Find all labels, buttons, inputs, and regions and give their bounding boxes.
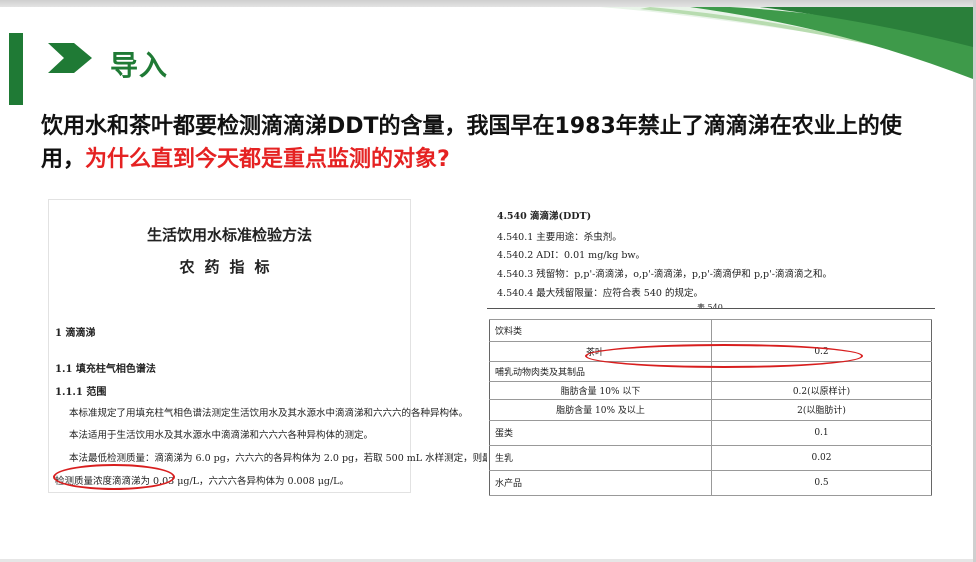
table-cell-food: 生乳 [489, 444, 712, 471]
doc-right-line: 4.540.2 ADI：0.01 mg/kg bw。 [497, 250, 646, 261]
doc-left-title: 生活饮用水标准检验方法 [146, 226, 312, 244]
doc-standard-image: 生活饮用水标准检验方法 农药指标 1 滴滴涕 1.1 填充柱气相色谱法 1.1.… [48, 199, 501, 493]
slide: 导入 饮用水和茶叶都要检测滴滴涕DDT的含量，我国早在1983年禁止了滴滴涕在农… [0, 7, 973, 559]
question-highlight: 为什么直到今天都是重点监测的对象? [85, 147, 450, 172]
doc-ddt-spec-image: 4.540 滴滴涕(DDT) 4.540.1 主要用途：杀虫剂。 4.540.2… [487, 202, 935, 312]
doc-left-line: 1.1 填充柱气相色谱法 [55, 364, 156, 375]
table-row: 生乳 0.02 [489, 444, 932, 471]
table-cell-food: 蛋类 [489, 419, 712, 446]
chevron-right-icon [48, 43, 92, 73]
doc-right-line: 4.540 滴滴涕(DDT) [497, 211, 592, 222]
doc-left-subtitle: 农药指标 [179, 258, 280, 276]
slide-title: 导入 [110, 49, 169, 82]
doc-right-line: 4.540.3 残留物：p,p'-滴滴涕，o,p'-滴滴涕，p,p'-滴滴伊和 … [497, 269, 832, 280]
table-cell-limit: 2(以脂肪计) [711, 399, 932, 421]
doc-right-line: 4.540.1 主要用途：杀虫剂。 [497, 232, 622, 243]
table-cell-food: 脂肪含量 10% 及以上 [489, 399, 712, 421]
table-row: 水产品 0.5 [489, 469, 932, 497]
table-cell-limit: 0.5 [711, 469, 932, 497]
doc-left-line: 本法最低检测质量：滴滴涕为 6.0 pg，六六六的各异构体为 2.0 pg，若取… [69, 453, 502, 464]
question-text: 饮用水和茶叶都要检测滴滴涕DDT的含量，我国早在1983年禁止了滴滴涕在农业上的… [41, 110, 941, 176]
table-row: 蛋类 0.1 [489, 419, 932, 446]
table-cell-limit: 0.1 [711, 419, 932, 446]
table-cell-limit: 0.02 [711, 444, 932, 471]
table-cell-food: 脂肪含量 10% 以下 [489, 381, 712, 401]
table-cell-food: 饮料类 [489, 318, 712, 343]
highlight-ellipse-right [585, 344, 863, 368]
doc-left-line: 1.1.1 范围 [55, 387, 107, 398]
title-accent-bar [9, 33, 23, 105]
table-cell-limit: 0.2(以原样计) [711, 381, 932, 401]
table-row: 脂肪含量 10% 及以上 2(以脂肪计) [489, 399, 932, 421]
table-row: 饮料类 [489, 318, 932, 343]
residue-limit-table-image: 饮料类 茶叶 0.2 哺乳动物肉类及其制品 脂肪含量 10% 以下 0.2(以原样计… [487, 308, 935, 498]
highlight-ellipse-left [53, 464, 175, 490]
table-cell-food: 水产品 [489, 469, 712, 497]
doc-left-line: 本法适用于生活饮用水及其水源水中滴滴涕和六六六各种异构体的测定。 [69, 430, 374, 441]
table-cell-limit [711, 318, 932, 343]
table-row: 脂肪含量 10% 以下 0.2(以原样计) [489, 381, 932, 401]
doc-right-line: 4.540.4 最大残留限量：应符合表 540 的规定。 [497, 288, 703, 299]
doc-left-line: 本标准规定了用填充柱气相色谱法测定生活饮用水及其水源水中滴滴涕和六六六的各种异构… [69, 408, 469, 419]
doc-left-line: 1 滴滴涕 [55, 328, 96, 339]
